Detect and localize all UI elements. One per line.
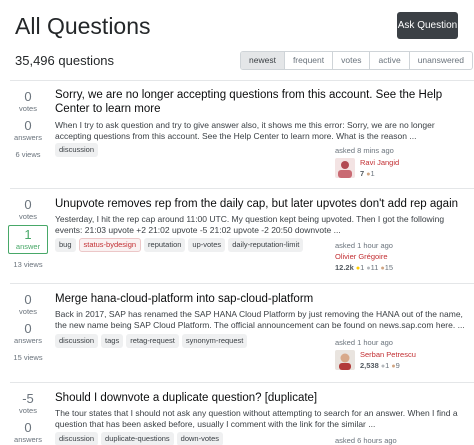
tag-list: discussion: [55, 143, 99, 157]
vote-label: votes: [19, 104, 37, 113]
user-card: Ravi Jangid 7 ●1: [335, 158, 470, 182]
question-title-link[interactable]: Should I downvote a duplicate question? …: [55, 391, 465, 405]
answer-label: answer: [15, 242, 41, 251]
answer-label: answers: [14, 336, 42, 345]
tab-votes[interactable]: votes: [332, 52, 369, 69]
divider: [10, 283, 474, 284]
answer-count: 1: [24, 227, 32, 242]
divider: [10, 80, 474, 81]
question-excerpt: Yesterday, I hit the rep cap around 11:0…: [55, 214, 445, 235]
question-title-link[interactable]: Sorry, we are no longer accepting questi…: [55, 88, 465, 116]
divider: [10, 188, 474, 189]
ask-question-button[interactable]: Ask Question: [397, 12, 458, 39]
question-meta: asked 1 hour ago Olivier Grégoire 12.2k …: [335, 241, 470, 276]
vote-count: -5: [22, 391, 34, 406]
question-stats: 0 votes 0 answers 15 views: [8, 292, 48, 363]
question-stats: 0 votes 0 answers 6 views: [8, 89, 48, 160]
page-header: All Questions Ask Question: [0, 0, 474, 48]
tag[interactable]: duplicate-questions: [101, 432, 174, 445]
asked-time: asked 8 mins ago: [335, 146, 394, 155]
vote-count: 0: [24, 89, 32, 104]
question-stats: 0 votes 1 answer 13 views: [8, 198, 48, 269]
question-meta: asked 6 hours ago: [335, 436, 470, 445]
tag[interactable]: discussion: [55, 143, 99, 157]
tab-unanswered[interactable]: unanswered: [408, 52, 472, 69]
tag[interactable]: discussion: [55, 432, 99, 445]
question-stats: -5 votes 0 answers: [8, 391, 48, 445]
user-name-link[interactable]: Serban Petrescu: [360, 350, 416, 360]
view-count: 15 views: [13, 353, 43, 362]
tag-list: bug status-bydesign reputation up-votes …: [55, 238, 304, 252]
user-name-link[interactable]: Olivier Grégoire: [335, 252, 388, 262]
question-title-link[interactable]: Unupvote removes rep from the daily cap,…: [55, 197, 465, 211]
asked-time: asked 1 hour ago: [335, 241, 393, 250]
user-reputation: 12.2k ●1 ●11 ●15: [335, 263, 394, 272]
tag[interactable]: reputation: [144, 238, 186, 252]
question-excerpt: Back in 2017, SAP has renamed the SAP HA…: [55, 309, 465, 330]
user-card: Olivier Grégoire 12.2k ●1 ●11 ●15: [335, 252, 470, 276]
answer-count: 0: [24, 321, 32, 336]
vote-count: 0: [24, 292, 32, 307]
asked-time: asked 6 hours ago: [335, 436, 397, 445]
asked-time: asked 1 hour ago: [335, 338, 393, 347]
view-count: 6 views: [15, 150, 41, 159]
vote-label: votes: [19, 307, 37, 316]
question-excerpt: When I try to ask question and try to gi…: [55, 120, 435, 141]
tag[interactable]: up-votes: [188, 238, 226, 252]
tab-active[interactable]: active: [369, 52, 408, 69]
tag[interactable]: daily-reputation-limit: [228, 238, 304, 252]
answer-count: 0: [24, 420, 32, 435]
tag[interactable]: down-votes: [176, 432, 224, 445]
question-count: 35,496 questions: [15, 53, 115, 68]
avatar[interactable]: [335, 158, 355, 178]
page-title: All Questions: [15, 13, 151, 39]
vote-label: votes: [19, 406, 37, 415]
tag[interactable]: discussion: [55, 334, 99, 348]
tag-status[interactable]: status-bydesign: [78, 238, 142, 252]
tag-list: discussion tags retag-request synonym-re…: [55, 334, 248, 348]
user-card: Serban Petrescu 2,538 ●1 ●9: [335, 350, 470, 374]
view-count: 13 views: [13, 260, 43, 269]
tag[interactable]: retag-request: [126, 334, 179, 348]
tag[interactable]: tags: [101, 334, 124, 348]
user-reputation: 7 ●1: [360, 169, 375, 178]
divider: [10, 382, 474, 383]
answer-count: 0: [24, 118, 32, 133]
answer-label: answers: [14, 435, 42, 444]
user-reputation: 2,538 ●1 ●9: [360, 361, 400, 370]
tag-list: discussion duplicate-questions down-vote…: [55, 432, 224, 445]
answer-label: answers: [14, 133, 42, 142]
tab-newest[interactable]: newest: [241, 52, 284, 69]
answered-badge: 1 answer: [8, 225, 48, 254]
tag[interactable]: bug: [55, 238, 76, 252]
avatar[interactable]: [335, 350, 355, 370]
vote-count: 0: [24, 197, 32, 212]
vote-label: votes: [19, 212, 37, 221]
tag[interactable]: synonym-request: [181, 334, 248, 348]
question-title-link[interactable]: Merge hana-cloud-platform into sap-cloud…: [55, 292, 465, 306]
tab-frequent[interactable]: frequent: [283, 52, 332, 69]
question-excerpt: The tour states that I should not ask an…: [55, 408, 458, 429]
question-meta: asked 1 hour ago Serban Petrescu 2,538 ●…: [335, 338, 470, 374]
question-meta: asked 8 mins ago Ravi Jangid 7 ●1: [335, 146, 470, 182]
sort-tabs: newest frequent votes active unanswered: [240, 51, 473, 70]
user-name-link[interactable]: Ravi Jangid: [360, 158, 399, 168]
